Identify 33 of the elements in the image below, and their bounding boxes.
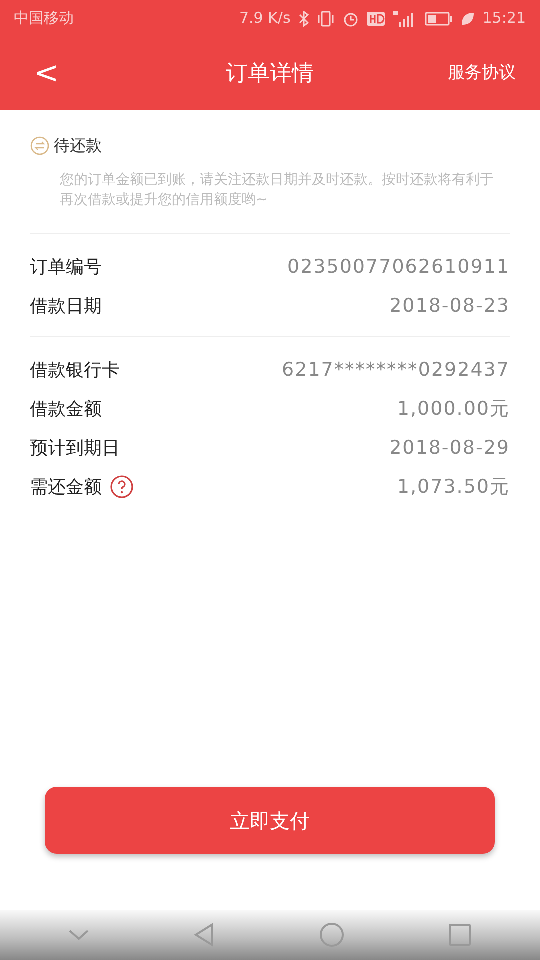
home-icon[interactable] xyxy=(318,922,345,948)
service-agreement-link[interactable]: 服务协议 xyxy=(448,60,516,86)
leaf-icon xyxy=(460,12,475,26)
field-label: 预计到期日 xyxy=(30,436,120,461)
notice-text: 您的订单金额已到账，请关注还款日期并及时还款。按时还款将有利于再次借款或提升您的信用额度哟~ xyxy=(60,172,494,208)
field-label: 借款日期 xyxy=(30,294,102,319)
field-label: 借款银行卡 xyxy=(30,358,120,383)
recents-icon[interactable] xyxy=(448,923,472,947)
battery-icon xyxy=(424,12,453,26)
back-button[interactable]: < xyxy=(34,58,60,88)
field-label: 借款金额 xyxy=(30,398,102,422)
field-value: 02350077062610911 xyxy=(287,254,510,280)
help-icon[interactable] xyxy=(110,475,134,500)
chevron-down-icon[interactable] xyxy=(68,929,90,941)
back-icon[interactable] xyxy=(193,923,216,947)
field-label: 需还金额 xyxy=(30,476,102,500)
field-value: 2018-08-23 xyxy=(390,294,510,319)
field-value: 6217********0292437 xyxy=(282,358,510,383)
bluetooth-icon xyxy=(298,10,309,26)
field-value: 2018-08-29 xyxy=(390,436,510,461)
field-value: 1,000.00元 xyxy=(397,396,510,422)
alarm-icon xyxy=(342,10,359,26)
field-value: 1,073.50元 xyxy=(397,474,510,500)
status-label: 待还款 xyxy=(54,135,102,157)
clock-time: 15:21 xyxy=(482,8,526,30)
carrier-name: 中国移动 xyxy=(14,8,74,30)
hd-icon xyxy=(366,12,385,26)
vibrate-icon xyxy=(316,10,335,26)
pay-now-button[interactable]: 立即支付 xyxy=(45,787,495,854)
field-label: 订单编号 xyxy=(30,256,102,280)
network-speed: 7.9 K/s xyxy=(239,8,291,30)
repay-status-icon xyxy=(30,136,50,156)
page-title: 订单详情 xyxy=(226,60,314,88)
